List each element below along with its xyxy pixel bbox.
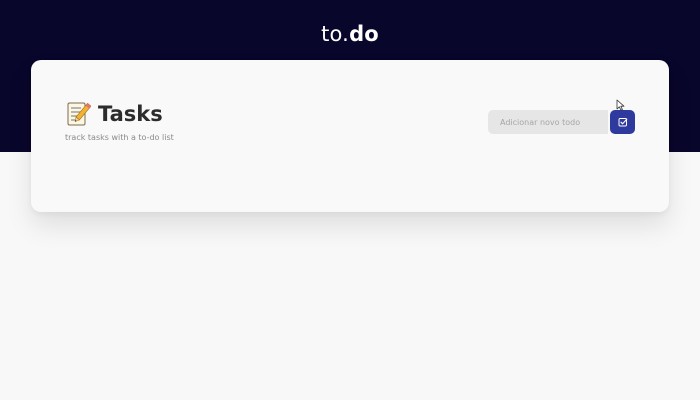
logo-bold-text: do — [349, 22, 379, 46]
tasks-card: Tasks track tasks with a to-do list — [31, 60, 669, 212]
new-todo-input[interactable] — [488, 110, 608, 134]
memo-icon — [65, 101, 92, 127]
app-logo: to.do — [0, 20, 700, 48]
card-header: Tasks — [65, 100, 163, 128]
page-title: Tasks — [98, 102, 163, 126]
page-subtitle: track tasks with a to-do list — [65, 133, 174, 142]
logo-regular-text: to. — [321, 22, 350, 46]
checkbox-edit-icon — [618, 117, 628, 127]
mouse-pointer-icon — [616, 96, 625, 111]
add-todo-button[interactable] — [610, 110, 635, 134]
